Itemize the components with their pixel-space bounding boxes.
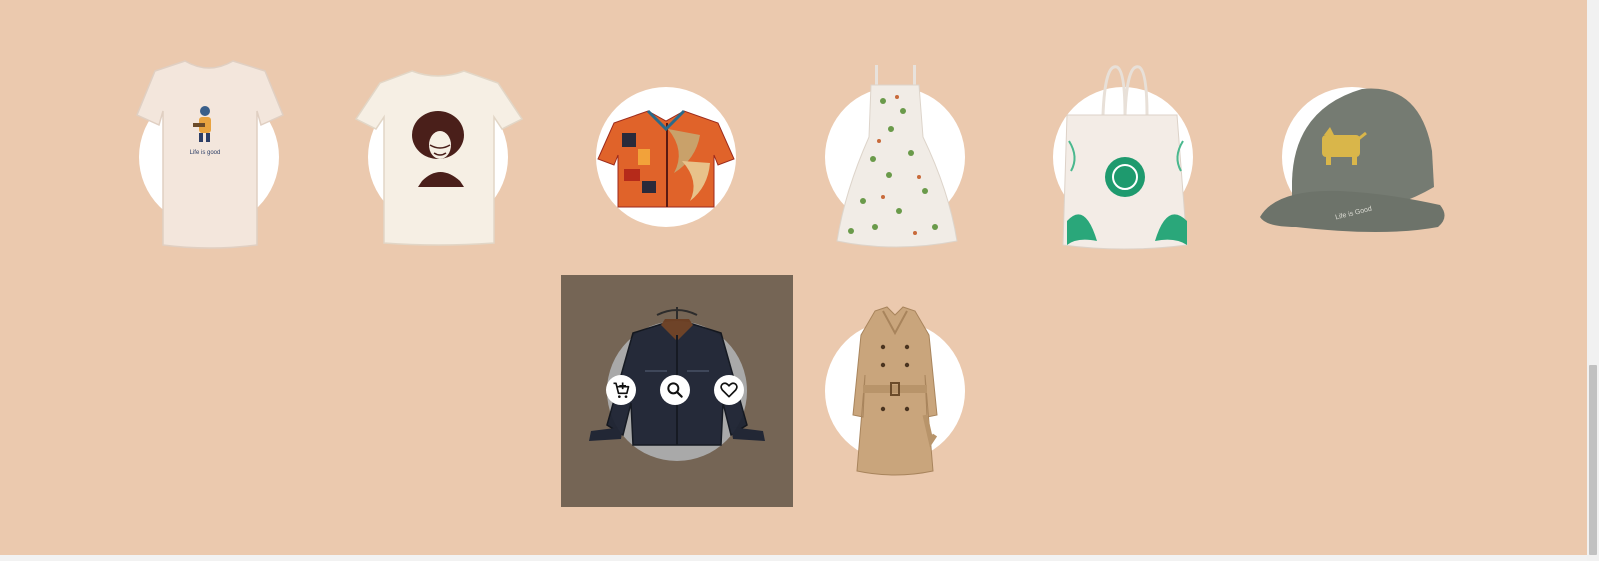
product-tile-denim-jacket[interactable]: [561, 275, 793, 507]
tshirt-icon: Life is good: [136, 60, 284, 249]
heart-icon: [720, 382, 738, 398]
page-bottom-edge: [0, 555, 1587, 561]
product-tile-graphic-tee[interactable]: Life is good: [93, 41, 325, 273]
product-tile-tote-bag[interactable]: [1007, 41, 1239, 273]
product-tile-trench-coat[interactable]: [779, 275, 1011, 507]
cap-icon: Life is Good: [1260, 88, 1445, 232]
shirt-icon: [597, 109, 735, 208]
wishlist-button[interactable]: [714, 375, 744, 405]
tshirt-icon: [354, 70, 524, 246]
vertical-scrollbar[interactable]: [1587, 0, 1599, 561]
search-icon: [667, 382, 683, 398]
product-tile-patterned-shirt[interactable]: [550, 41, 782, 273]
product-tile-floral-dress[interactable]: [779, 41, 1011, 273]
scrollbar-thumb[interactable]: [1589, 365, 1597, 555]
product-tile-portrait-tee[interactable]: [322, 41, 554, 273]
dress-icon: [836, 65, 958, 248]
bag-icon: [1062, 65, 1188, 250]
tee-print-text: Life is good: [190, 150, 221, 156]
product-hover-actions: [561, 375, 793, 407]
product-tile-dad-hat[interactable]: Life is Good: [1236, 41, 1468, 273]
add-to-cart-button[interactable]: [606, 375, 636, 405]
coat-icon: [852, 306, 938, 476]
quick-view-button[interactable]: [660, 375, 690, 405]
cart-plus-icon: [613, 382, 630, 398]
